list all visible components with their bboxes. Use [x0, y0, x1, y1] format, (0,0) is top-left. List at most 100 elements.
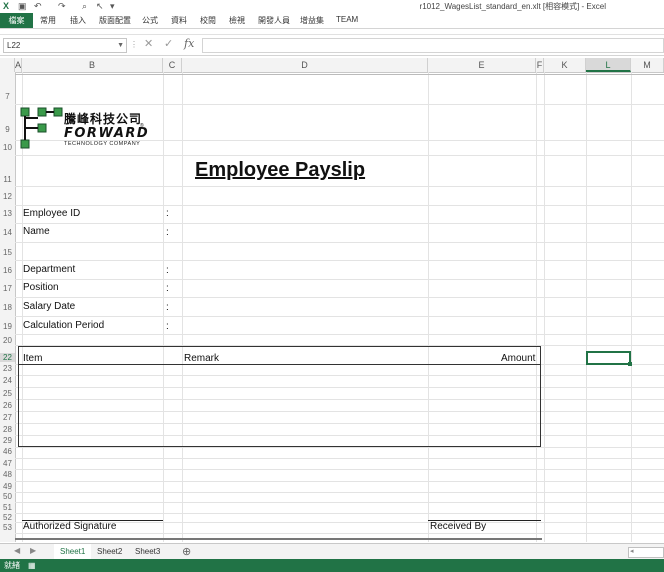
row-header-29[interactable]: 29 — [0, 436, 15, 445]
tab-view[interactable]: 檢視 — [229, 15, 245, 26]
row-header-46[interactable]: 46 — [0, 447, 15, 456]
macro-record-icon[interactable]: ▦ — [28, 559, 36, 572]
row-header-14[interactable]: 14 — [0, 228, 15, 237]
tab-insert[interactable]: 插入 — [70, 15, 86, 26]
tab-page-layout[interactable]: 版面配置 — [99, 15, 131, 26]
row-header-20[interactable]: 20 — [0, 336, 15, 345]
row-header-49[interactable]: 49 — [0, 482, 15, 491]
column-header-f[interactable]: F — [536, 58, 544, 72]
row-header-10[interactable]: 10 — [0, 143, 15, 152]
column-header-e[interactable]: E — [428, 58, 536, 72]
sheet-tab-sheet2[interactable]: Sheet2 — [91, 544, 128, 559]
horizontal-scrollbar[interactable]: ◂ — [628, 547, 664, 558]
payslip-title[interactable]: Employee Payslip — [195, 159, 365, 182]
touch-mode-icon[interactable]: ↖ — [96, 1, 104, 12]
received-by-label[interactable]: Received By — [430, 521, 486, 532]
table-header-item[interactable]: Item — [23, 353, 42, 364]
undo-icon[interactable]: ↶ — [34, 1, 42, 12]
table-header-remark[interactable]: Remark — [184, 353, 219, 364]
column-header-k[interactable]: K — [544, 58, 586, 72]
selected-cell-l22[interactable] — [586, 351, 632, 366]
redo-icon[interactable]: ↷ — [58, 1, 66, 12]
tab-add-ins[interactable]: 增益集 — [300, 15, 324, 26]
column-header-d[interactable]: D — [182, 58, 428, 72]
scroll-left-icon[interactable]: ◂ — [630, 547, 634, 555]
formula-input[interactable] — [202, 38, 664, 53]
field-sep-salary-date[interactable]: : — [166, 302, 169, 313]
field-label-department[interactable]: Department — [23, 264, 75, 275]
field-sep-calculation-period[interactable]: : — [166, 321, 169, 332]
row-header-17[interactable]: 17 — [0, 284, 15, 293]
row-header-18[interactable]: 18 — [0, 303, 15, 312]
forward-logo-icon — [20, 107, 63, 149]
tab-formulas[interactable]: 公式 — [142, 15, 158, 26]
cancel-icon[interactable]: ✕ — [144, 37, 153, 50]
status-bar: 就緒 ▦ — [0, 559, 664, 572]
row-header-52[interactable]: 52 — [0, 513, 15, 522]
insert-function-icon[interactable]: fx — [184, 37, 194, 50]
row-header-15[interactable]: 15 — [0, 248, 15, 257]
row-header-53[interactable]: 53 — [0, 523, 15, 532]
item-table-header-divider — [18, 364, 541, 365]
ribbon-tabs: 檔案 常用 插入 版面配置 公式 資料 校閱 檢視 開發人員 增益集 TEAM — [0, 13, 664, 29]
status-text: 就緒 — [4, 561, 20, 570]
row-header-12[interactable]: 12 — [0, 192, 15, 201]
row-header-16[interactable]: 16 — [0, 266, 15, 275]
row-header-24[interactable]: 24 — [0, 376, 15, 385]
row-header-51[interactable]: 51 — [0, 503, 15, 512]
field-label-calculation-period[interactable]: Calculation Period — [23, 320, 104, 331]
row-header-27[interactable]: 27 — [0, 413, 15, 422]
row-header-11[interactable]: 11 — [0, 175, 15, 184]
field-label-employee-id[interactable]: Employee ID — [23, 208, 80, 219]
row-header-19[interactable]: 19 — [0, 322, 15, 331]
tab-team[interactable]: TEAM — [336, 15, 358, 24]
tab-data[interactable]: 資料 — [171, 15, 187, 26]
row-header-9[interactable]: 9 — [0, 125, 15, 134]
chevron-down-icon[interactable]: ▼ — [117, 39, 124, 52]
row-header-28[interactable]: 28 — [0, 425, 15, 434]
column-header-c[interactable]: C — [163, 58, 182, 72]
column-header-b[interactable]: B — [22, 58, 163, 72]
logo-subtitle: TECHNOLOGY COMPANY — [64, 141, 141, 147]
add-sheet-icon[interactable]: ⊕ — [182, 545, 191, 558]
column-header-l[interactable]: L — [586, 58, 631, 72]
field-label-name[interactable]: Name — [23, 226, 50, 237]
field-sep-employee-id[interactable]: : — [166, 208, 169, 219]
row-header-48[interactable]: 48 — [0, 470, 15, 479]
column-header-a[interactable]: A — [15, 58, 22, 72]
row-header-25[interactable]: 25 — [0, 389, 15, 398]
item-table — [18, 346, 541, 447]
row-header-23[interactable]: 23 — [0, 364, 15, 373]
name-box-value: L22 — [7, 41, 21, 50]
authorized-signature-label[interactable]: Authorized Signature — [23, 521, 116, 532]
field-label-position[interactable]: Position — [23, 282, 59, 293]
field-sep-department[interactable]: : — [166, 265, 169, 276]
column-header-m[interactable]: M — [631, 58, 664, 72]
field-sep-position[interactable]: : — [166, 283, 169, 294]
field-sep-name[interactable]: : — [166, 227, 169, 238]
customize-quick-access-icon[interactable]: ▾ — [110, 1, 115, 12]
save-icon[interactable]: ▣ — [18, 1, 27, 12]
print-preview-icon[interactable]: ⌕ — [82, 1, 87, 12]
fill-handle[interactable] — [628, 362, 632, 366]
field-label-salary-date[interactable]: Salary Date — [23, 301, 75, 312]
row-header-26[interactable]: 26 — [0, 401, 15, 410]
tab-developer[interactable]: 開發人員 — [258, 15, 290, 26]
select-all-corner[interactable] — [0, 58, 15, 72]
sheet-tab-sheet3[interactable]: Sheet3 — [129, 544, 166, 559]
logo-chinese-name: 騰峰科技公司 — [64, 112, 143, 126]
table-header-amount[interactable]: Amount — [501, 353, 535, 364]
tab-file[interactable]: 檔案 — [0, 13, 33, 28]
tab-review[interactable]: 校閱 — [200, 15, 216, 26]
scroll-sheets-right-icon[interactable]: ▶ — [30, 546, 36, 555]
enter-icon[interactable]: ✓ — [164, 37, 173, 50]
tab-home[interactable]: 常用 — [40, 15, 56, 26]
logo-english-name: FORWARD — [64, 126, 150, 141]
scroll-sheets-left-icon[interactable]: ◀ — [14, 546, 20, 555]
row-header-7[interactable]: 7 — [0, 92, 15, 101]
row-header-50[interactable]: 50 — [0, 492, 15, 501]
row-header-13[interactable]: 13 — [0, 209, 15, 218]
row-header-47[interactable]: 47 — [0, 459, 15, 468]
row-header-22[interactable]: 22 — [0, 353, 15, 362]
name-box[interactable]: L22 ▼ — [3, 38, 127, 53]
